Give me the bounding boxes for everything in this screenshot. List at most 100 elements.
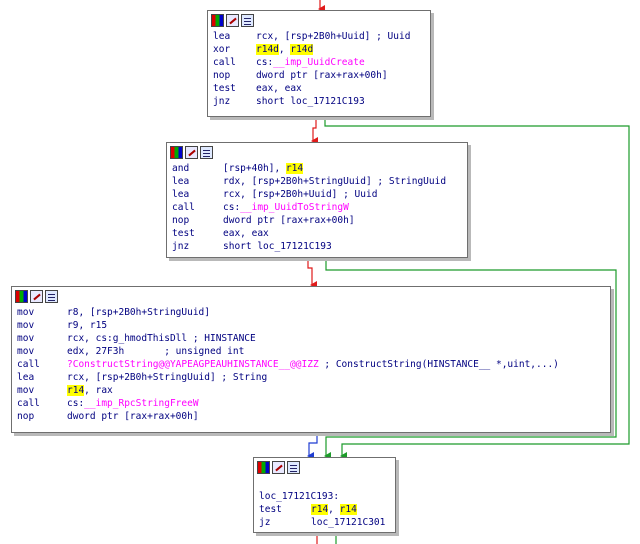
block-toolbar (208, 11, 430, 29)
code-line[interactable]: mov r9, r15 (17, 319, 610, 332)
code-line[interactable]: call cs:__imp_UuidCreate (213, 56, 430, 69)
edge-b1-to-b2 (311, 117, 318, 145)
edit-color-icon[interactable] (185, 145, 198, 159)
code-block-1[interactable]: lea rcx, [rsp+2B0h+Uuid] ; Uuid xor r14d, r… (207, 10, 431, 117)
mnemonic: test (172, 228, 195, 239)
block-code: mov r8, [rsp+2B0h+StringUuid] mov r9, r15 mo… (12, 305, 610, 423)
block-toolbar (12, 287, 610, 305)
code-line[interactable]: and [rsp+40h], r14 (172, 162, 467, 175)
code-line[interactable]: jnz short loc_17121C193 (213, 95, 430, 108)
operand: dword ptr [rax+rax+00h] (67, 411, 199, 422)
code-line[interactable]: jnz short loc_17121C193 (172, 240, 467, 253)
code-line[interactable]: mov edx, 27F3h ; unsigned int (17, 345, 610, 358)
code-block-3[interactable]: mov r8, [rsp+2B0h+StringUuid] mov r9, r15 mo… (11, 286, 611, 433)
import-reference[interactable]: __imp_RpcStringFreeW (84, 398, 198, 409)
operand: rcx, cs:g_hmodThisDll ; HINSTANCE (67, 333, 256, 344)
mnemonic: nop (172, 215, 190, 226)
highlighted-register[interactable]: r14 (67, 385, 85, 396)
code-line[interactable]: test r14, r14 (259, 503, 395, 516)
operand: dword ptr [rax+rax+00h] (256, 70, 388, 81)
list-view-icon[interactable] (241, 13, 254, 27)
operand: eax, eax (256, 83, 302, 94)
block-toolbar (254, 458, 395, 476)
graph-overview-icon[interactable] (211, 13, 224, 27)
mnemonic: mov (17, 385, 35, 396)
code-line[interactable]: mov rcx, cs:g_hmodThisDll ; HINSTANCE (17, 332, 610, 345)
mnemonic: call (213, 57, 236, 68)
code-line[interactable]: nop dword ptr [rax+rax+00h] (17, 410, 610, 423)
comment: ; ConstructString(HINSTANCE__ *,uint,...… (318, 359, 559, 370)
list-view-icon[interactable] (200, 145, 213, 159)
code-line[interactable]: xor r14d, r14d (213, 43, 430, 56)
code-line[interactable]: mov r8, [rsp+2B0h+StringUuid] (17, 306, 610, 319)
highlighted-register[interactable]: r14 (285, 163, 304, 174)
code-label[interactable]: loc_17121C193: (259, 490, 395, 503)
highlighted-register[interactable]: r14d (290, 44, 314, 55)
block-code: and [rsp+40h], r14 lea rdx, [rsp+2B0h+Strin… (167, 161, 467, 253)
operand: short loc_17121C193 (256, 96, 365, 107)
mnemonic: nop (17, 411, 35, 422)
block-code: loc_17121C193: test r14, r14 jz loc_17121C30… (254, 476, 395, 529)
code-line[interactable]: jz loc_17121C301 (259, 516, 395, 529)
code-line[interactable]: lea rdx, [rsp+2B0h+StringUuid] ; StringUu… (172, 175, 467, 188)
list-view-icon[interactable] (45, 289, 58, 303)
operand: , rax (84, 385, 113, 396)
code-line[interactable]: lea rcx, [rsp+2B0h+Uuid] ; Uuid (213, 30, 430, 43)
code-line[interactable]: call ?ConstructString@@YAPEAGPEAUHINSTANC… (17, 358, 610, 371)
code-line[interactable]: lea rcx, [rsp+2B0h+Uuid] ; Uuid (172, 188, 467, 201)
mnemonic: call (17, 398, 40, 409)
location-label[interactable]: loc_17121C193: (259, 491, 339, 502)
operand: , (278, 44, 291, 55)
code-block-loc-17121C193[interactable]: loc_17121C193: test r14, r14 jz loc_17121C30… (253, 457, 396, 533)
highlighted-register[interactable]: r14 (311, 504, 329, 515)
operand: edx, 27F3h ; unsigned int (67, 346, 245, 357)
mnemonic: mov (17, 320, 35, 331)
block-toolbar (167, 143, 467, 161)
code-line[interactable]: test eax, eax (172, 227, 467, 240)
code-line[interactable]: mov r14, rax (17, 384, 610, 397)
operand: r8, [rsp+2B0h+StringUuid] (67, 307, 210, 318)
graph-overview-icon[interactable] (15, 289, 28, 303)
block-code: lea rcx, [rsp+2B0h+Uuid] ; Uuid xor r14d, r… (208, 29, 430, 108)
mnemonic: jz (259, 517, 271, 528)
highlighted-register[interactable]: r14d (256, 44, 279, 55)
highlighted-register[interactable]: r14 (339, 504, 357, 515)
mnemonic: mov (17, 346, 35, 357)
mnemonic: call (172, 202, 195, 213)
edge-b2-to-b3 (307, 258, 317, 289)
code-line[interactable]: nop dword ptr [rax+rax+00h] (172, 214, 467, 227)
edit-color-icon[interactable] (272, 460, 285, 474)
mnemonic: and (172, 163, 190, 174)
mnemonic: mov (17, 307, 35, 318)
graph-overview-icon[interactable] (170, 145, 183, 159)
mnemonic: test (213, 83, 236, 94)
list-view-icon[interactable] (287, 460, 300, 474)
operand: r9, r15 (67, 320, 108, 331)
graph-overview-icon[interactable] (257, 460, 270, 474)
operand: short loc_17121C193 (223, 241, 332, 252)
mnemonic: lea (172, 189, 190, 200)
mnemonic: xor (213, 44, 231, 55)
operand: loc_17121C301 (311, 517, 386, 528)
mnemonic: mov (17, 333, 35, 344)
import-reference[interactable]: __imp_UuidCreate (273, 57, 365, 68)
code-line[interactable]: test eax, eax (213, 82, 430, 95)
operand: [rsp+40h], (223, 163, 286, 174)
operand: rcx, [rsp+2B0h+StringUuid] ; String (67, 372, 268, 383)
operand: cs: (223, 202, 241, 213)
operand: dword ptr [rax+rax+00h] (223, 215, 355, 226)
code-line[interactable]: call cs:__imp_RpcStringFreeW (17, 397, 610, 410)
code-line[interactable]: call cs:__imp_UuidToStringW (172, 201, 467, 214)
code-line[interactable]: lea rcx, [rsp+2B0h+StringUuid] ; String (17, 371, 610, 384)
code-line[interactable]: nop dword ptr [rax+rax+00h] (213, 69, 430, 82)
operand: cs: (256, 57, 274, 68)
import-reference[interactable]: ?ConstructString@@YAPEAGPEAUHINSTANCE__@… (67, 359, 319, 370)
mnemonic: lea (17, 372, 35, 383)
code-block-2[interactable]: and [rsp+40h], r14 lea rdx, [rsp+2B0h+Strin… (166, 142, 468, 258)
edit-color-icon[interactable] (226, 13, 239, 27)
operand: eax, eax (223, 228, 269, 239)
import-reference[interactable]: __imp_UuidToStringW (240, 202, 349, 213)
code-line[interactable] (259, 477, 395, 490)
operand: rcx, [rsp+2B0h+Uuid] ; Uuid (223, 189, 378, 200)
edit-color-icon[interactable] (30, 289, 43, 303)
